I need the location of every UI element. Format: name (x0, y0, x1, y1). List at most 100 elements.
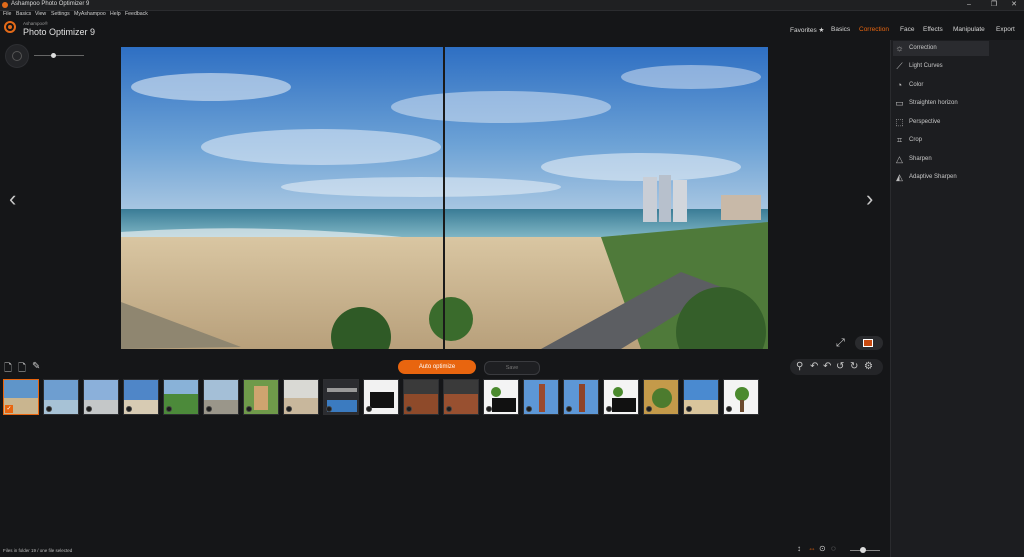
sort-icon[interactable]: ↕ (797, 544, 801, 553)
zoom-slider[interactable] (34, 55, 84, 56)
rotate-left-icon[interactable]: ↺ (836, 361, 844, 372)
status-dot (566, 406, 572, 412)
file-settings-icon[interactable]: 🗋 (18, 361, 26, 378)
thumbnail-18[interactable] (683, 379, 719, 415)
file-icon[interactable]: 🗋 (4, 361, 12, 378)
menu-help[interactable]: Help (110, 11, 121, 17)
tab-export[interactable]: Export (996, 26, 1015, 33)
navigator-center-icon (12, 51, 22, 61)
rotate-right-icon[interactable]: ↻ (850, 361, 858, 372)
app-icon (2, 2, 8, 8)
tab-face[interactable]: Face (900, 26, 914, 33)
crop-icon: ⌗ (896, 135, 903, 145)
swap-icon[interactable]: ⇔ (808, 544, 816, 553)
title-bar: Ashampoo Photo Optimizer 9 – ❐ ✕ (0, 0, 1024, 11)
status-dot (206, 406, 212, 412)
fullscreen-icon[interactable]: ⤢ (836, 337, 845, 350)
check-icon: ✓ (5, 405, 13, 413)
save-button[interactable]: Save (484, 361, 540, 375)
undo-all-icon[interactable]: ↶ (823, 361, 831, 372)
thumbnail-1[interactable]: ✓ (3, 379, 39, 415)
tab-manipulate[interactable]: Manipulate (953, 26, 985, 33)
panel-item-crop[interactable]: ⌗ Crop (893, 133, 989, 148)
thumbnail-13[interactable] (483, 379, 519, 415)
menu-feedback[interactable]: Feedback (125, 11, 148, 17)
status-dot (366, 406, 372, 412)
perspective-icon: ⬚ (895, 117, 904, 127)
status-dot (646, 406, 652, 412)
panel-item-adaptive-sharpen[interactable]: ◭ Adaptive Sharpen (893, 170, 989, 185)
panel-item-correction[interactable]: ☼ Correction (893, 41, 989, 56)
horizon-icon: ▭ (895, 98, 904, 108)
sun-icon: ☼ (895, 43, 904, 53)
thumbnail-16[interactable] (603, 379, 639, 415)
menu-myashampoo[interactable]: MyAshampoo (74, 11, 106, 17)
grid-icon[interactable]: ⊙ (819, 544, 826, 553)
status-dot (486, 406, 492, 412)
undo-icon[interactable]: ↶ (810, 361, 818, 372)
thumbnail-10[interactable] (363, 379, 399, 415)
thumbnail-7[interactable] (243, 379, 279, 415)
status-dot (86, 406, 92, 412)
status-dot (686, 406, 692, 412)
previous-image-icon[interactable]: ‹ (9, 186, 16, 212)
triangle-icon: ◭ (896, 172, 903, 182)
status-dot (326, 406, 332, 412)
panel-item-light-curves[interactable]: ⟋ Light Curves (893, 59, 989, 74)
auto-optimize-button[interactable]: Auto optimize (398, 360, 476, 374)
before-after-divider[interactable] (443, 47, 445, 349)
panel-item-sharpen[interactable]: △ Sharpen (893, 152, 989, 167)
window-title: Ashampoo Photo Optimizer 9 (11, 1, 90, 7)
thumbnail-size-knob[interactable] (860, 547, 866, 553)
thumbnail-2[interactable] (43, 379, 79, 415)
thumbnail-6[interactable] (203, 379, 239, 415)
thumbnail-14[interactable] (523, 379, 559, 415)
logo-dot (8, 25, 12, 29)
status-dot (126, 406, 132, 412)
compare-icon (863, 339, 873, 347)
status-dot (726, 406, 732, 412)
thumbnail-4[interactable] (123, 379, 159, 415)
thumbnail-3[interactable] (83, 379, 119, 415)
thumbnail-17[interactable] (643, 379, 679, 415)
brush-icon[interactable]: ✎ (32, 361, 40, 372)
next-image-icon[interactable]: › (866, 186, 873, 212)
status-dot (446, 406, 452, 412)
status-dot (166, 406, 172, 412)
zoom-slider-knob[interactable] (51, 53, 56, 58)
brand-small: Ashampoo® (23, 21, 48, 26)
thumbnail-19[interactable] (723, 379, 759, 415)
panel-item-perspective[interactable]: ⬚ Perspective (893, 115, 989, 130)
panel-item-straighten-horizon[interactable]: ▭ Straighten horizon (893, 96, 989, 111)
thumbnail-5[interactable] (163, 379, 199, 415)
panel-item-color[interactable]: ◔ Color (893, 78, 989, 93)
status-dot (526, 406, 532, 412)
close-button[interactable]: ✕ (1003, 0, 1024, 10)
thumbnail-15[interactable] (563, 379, 599, 415)
thumbnail-11[interactable] (403, 379, 439, 415)
gear-icon[interactable]: ⚙ (864, 361, 873, 372)
thumbnail-8[interactable] (283, 379, 319, 415)
menu-basics[interactable]: Basics (16, 11, 31, 17)
brand-name: Photo Optimizer 9 (23, 27, 96, 37)
menu-settings[interactable]: Settings (51, 11, 70, 17)
status-dot (606, 406, 612, 412)
tab-correction[interactable]: Correction (859, 26, 889, 33)
status-dot (286, 406, 292, 412)
tab-favorites[interactable]: Favorites ★ (790, 26, 824, 34)
magic-wand-icon[interactable]: ⚲ (796, 361, 803, 372)
right-toolbar: ⚲ ↶ ↶ ↺ ↻ ⚙ (790, 359, 883, 375)
minimize-button[interactable]: – (958, 0, 980, 10)
thumbnail-9[interactable] (323, 379, 359, 415)
curves-icon: ⟋ (896, 61, 903, 71)
status-text: Files in folder 19 / one file selected (3, 548, 73, 553)
before-after-toggle[interactable] (855, 336, 883, 350)
tab-basics[interactable]: Basics (831, 26, 850, 33)
thumbnail-12[interactable] (443, 379, 479, 415)
menu-view[interactable]: View (35, 11, 46, 17)
menu-file[interactable]: File (3, 11, 11, 17)
refresh-icon[interactable]: ◌ (831, 544, 836, 553)
tab-effects[interactable]: Effects (923, 26, 943, 33)
maximize-button[interactable]: ❐ (983, 0, 1005, 10)
status-dot (406, 406, 412, 412)
